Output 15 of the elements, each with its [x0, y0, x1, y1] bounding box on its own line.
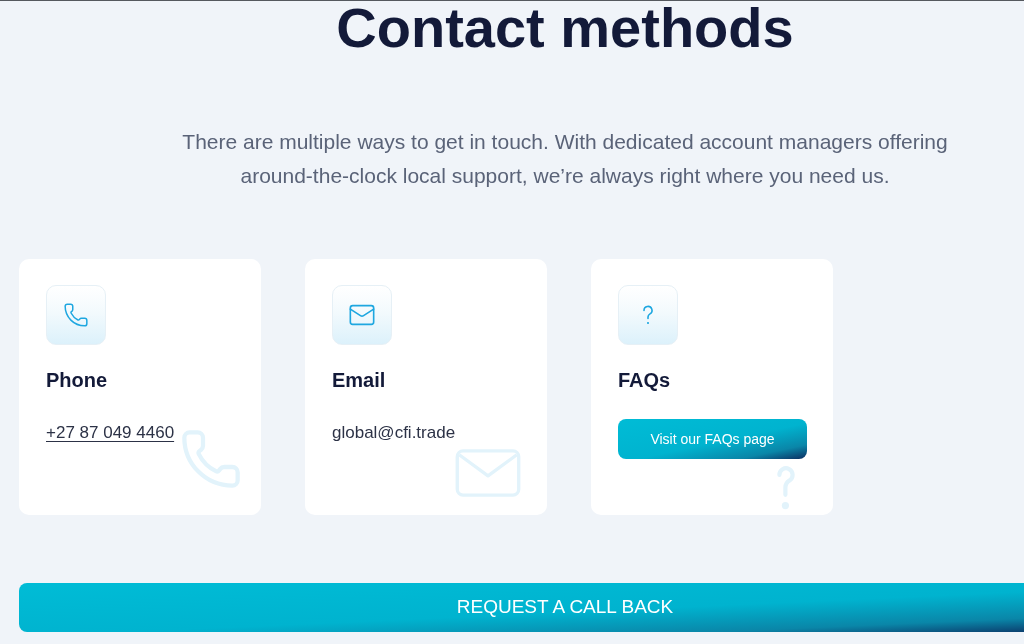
phone-link[interactable]: +27 87 049 4460 [46, 421, 175, 445]
faqs-button[interactable]: Visit our FAQs page [618, 419, 807, 459]
intro-text: There are multiple ways to get in touch. With dedicated account managers offering around-the-clock local support, we’re always right where you need us. [181, 129, 949, 189]
mail-icon [332, 285, 392, 345]
phone-watermark-icon [179, 427, 243, 491]
question-mark-icon [618, 285, 678, 345]
card-title: FAQs [618, 368, 671, 393]
request-callback-button[interactable]: REQUEST A CALL BACK [19, 583, 1024, 632]
card-title: Email [332, 368, 386, 393]
page-title: Contact methods [336, 1, 794, 56]
mail-watermark-icon [455, 449, 521, 497]
phone-icon [46, 285, 106, 345]
email-address: global@cfi.trade [332, 422, 456, 444]
question-mark-watermark-icon [777, 463, 795, 511]
card-title: Phone [46, 368, 108, 393]
